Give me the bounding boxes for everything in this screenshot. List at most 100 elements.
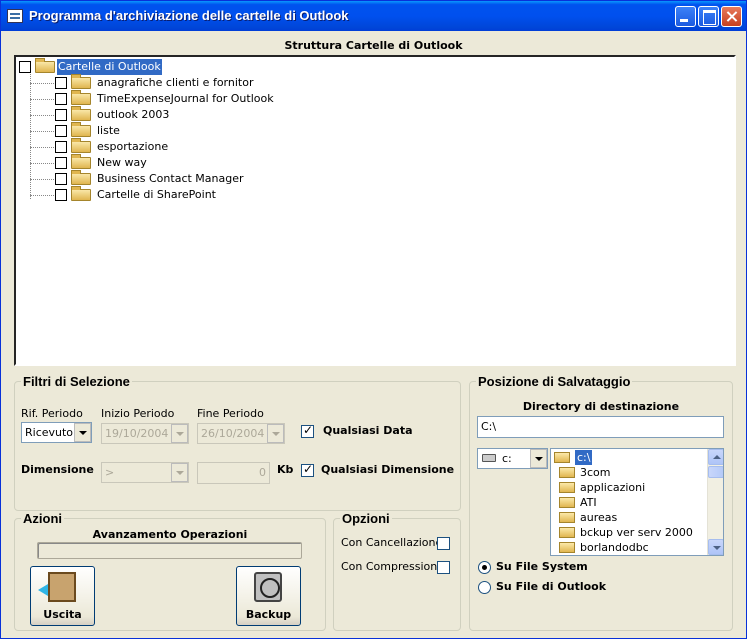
- scroll-thumb[interactable]: [708, 466, 723, 478]
- tree-checkbox[interactable]: [55, 189, 67, 201]
- compressione-label: Con Compressione: [341, 560, 445, 573]
- cancellazione-checkbox[interactable]: [437, 537, 450, 550]
- fine-periodo-value: 26/10/2004: [201, 427, 265, 440]
- tree-node[interactable]: TimeExpenseJournal for Outlook: [55, 90, 355, 107]
- filters-legend: Filtri di Selezione: [23, 374, 130, 389]
- window-title: Programma d'archiviazione delle cartelle…: [29, 8, 349, 23]
- folder-icon: [71, 90, 91, 105]
- tree-connector: [30, 115, 54, 116]
- qualsiasi-data-checkbox[interactable]: [301, 423, 314, 438]
- maximize-button[interactable]: [698, 6, 719, 27]
- drive-select[interactable]: c:: [477, 448, 548, 469]
- rif-periodo-label: Rif. Periodo: [21, 407, 83, 420]
- tree-checkbox[interactable]: [55, 93, 67, 105]
- tree-node[interactable]: Cartelle di SharePoint: [55, 186, 355, 203]
- tree-checkbox[interactable]: [55, 77, 67, 89]
- tree-node-label[interactable]: Cartelle di SharePoint: [97, 187, 216, 203]
- exit-button[interactable]: Uscita: [30, 566, 95, 626]
- tree-heading: Struttura Cartelle di Outlook: [284, 39, 463, 52]
- qualsiasi-data-label: Qualsiasi Data: [323, 424, 413, 437]
- tree-node-label[interactable]: outlook 2003: [97, 107, 169, 123]
- tree-checkbox[interactable]: [55, 141, 67, 153]
- file-system-radio-label: Su File System: [496, 560, 588, 573]
- scroll-up-button[interactable]: [708, 449, 723, 465]
- folder-icon: [71, 122, 91, 137]
- tree-node[interactable]: esportazione: [55, 138, 355, 155]
- directory-list[interactable]: c:\ 3com applicazioni ATI aureas bckup ver se…: [550, 448, 724, 556]
- tree-checkbox[interactable]: [55, 157, 67, 169]
- directory-item-label[interactable]: borlandodbc: [580, 540, 649, 555]
- tree-node-label[interactable]: New way: [97, 155, 147, 171]
- inizio-periodo-value: 19/10/2004: [105, 427, 169, 440]
- qualsiasi-dimensione-checkbox[interactable]: [301, 462, 314, 477]
- outlook-root-icon: [35, 58, 55, 73]
- folder-icon: [71, 74, 91, 89]
- folder-tree[interactable]: Cartelle di Outlook anagrafiche clienti …: [14, 55, 736, 366]
- compressione-checkbox[interactable]: [437, 561, 450, 574]
- chevron-down-icon[interactable]: [267, 424, 284, 443]
- scroll-down-button[interactable]: [708, 539, 723, 555]
- dimensione-operator-value: >: [105, 466, 115, 479]
- title-bar[interactable]: Programma d'archiviazione delle cartelle…: [1, 1, 746, 31]
- chevron-down-icon[interactable]: [171, 424, 188, 443]
- destination-legend: Posizione di Salvataggio: [478, 374, 631, 389]
- tree-node-label[interactable]: anagrafiche clienti e fornitor: [97, 75, 253, 91]
- tree-checkbox[interactable]: [55, 125, 67, 137]
- exit-button-label: Uscita: [43, 608, 82, 621]
- minimize-button[interactable]: [675, 6, 696, 27]
- tree-node-label[interactable]: TimeExpenseJournal for Outlook: [97, 91, 274, 107]
- directory-item-label[interactable]: ATI: [580, 495, 597, 510]
- folder-icon: [559, 482, 575, 493]
- tree-node[interactable]: Business Contact Manager: [55, 170, 355, 187]
- dimensione-label: Dimensione: [21, 463, 94, 476]
- directory-scrollbar[interactable]: [707, 449, 723, 555]
- tree-node[interactable]: outlook 2003: [55, 106, 355, 123]
- chevron-down-icon[interactable]: [171, 463, 188, 482]
- close-button[interactable]: [721, 6, 742, 27]
- rif-periodo-select[interactable]: Ricevuto: [21, 422, 92, 443]
- tree-node-label[interactable]: Business Contact Manager: [97, 171, 244, 187]
- directory-item-label[interactable]: applicazioni: [580, 480, 645, 495]
- backup-drive-icon: [254, 572, 282, 602]
- fine-periodo-label: Fine Periodo: [197, 407, 264, 420]
- dimensione-operator-select[interactable]: >: [101, 462, 189, 483]
- tree-checkbox[interactable]: [19, 61, 31, 73]
- directory-item-label[interactable]: bckup ver serv 2000: [580, 525, 693, 540]
- drive-value: c:: [502, 452, 512, 465]
- backup-button[interactable]: Backup: [236, 566, 301, 626]
- tree-node[interactable]: anagrafiche clienti e fornitor: [55, 74, 355, 91]
- progress-label: Avanzamento Operazioni: [92, 528, 248, 541]
- tree-node-root[interactable]: Cartelle di Outlook: [19, 58, 319, 75]
- tree-connector: [30, 179, 54, 180]
- drive-icon: [482, 454, 496, 462]
- chevron-down-icon[interactable]: [530, 449, 547, 468]
- destination-heading: Directory di destinazione: [522, 400, 680, 413]
- tree-checkbox[interactable]: [55, 109, 67, 121]
- folder-icon: [71, 186, 91, 201]
- directory-item-label[interactable]: c:\: [575, 450, 593, 465]
- tree-node-label[interactable]: Cartelle di Outlook: [57, 59, 162, 75]
- fine-periodo-picker[interactable]: 26/10/2004: [197, 423, 285, 444]
- tree-node-label[interactable]: liste: [97, 123, 120, 139]
- tree-node[interactable]: liste: [55, 122, 355, 139]
- chevron-down-icon[interactable]: [74, 423, 91, 442]
- app-icon: [7, 9, 23, 23]
- directory-item-label[interactable]: 3com: [580, 465, 611, 480]
- directory-item-label[interactable]: aureas: [580, 510, 617, 525]
- tree-node-label[interactable]: esportazione: [97, 139, 168, 155]
- folder-icon: [559, 512, 575, 523]
- inizio-periodo-picker[interactable]: 19/10/2004: [101, 423, 189, 444]
- tree-node[interactable]: New way: [55, 154, 355, 171]
- cancellazione-label: Con Cancellazione: [341, 536, 443, 549]
- destination-path-input[interactable]: C:\: [477, 416, 724, 438]
- folder-icon: [71, 154, 91, 169]
- qualsiasi-dimensione-label: Qualsiasi Dimensione: [321, 463, 455, 476]
- tree-checkbox[interactable]: [55, 173, 67, 185]
- dimensione-input[interactable]: 0: [197, 462, 270, 484]
- outlook-file-radio[interactable]: [478, 581, 491, 594]
- backup-button-label: Backup: [245, 608, 292, 621]
- folder-icon: [559, 527, 575, 538]
- folder-icon: [559, 542, 575, 553]
- tree-connector: [30, 99, 54, 100]
- file-system-radio[interactable]: [478, 561, 491, 574]
